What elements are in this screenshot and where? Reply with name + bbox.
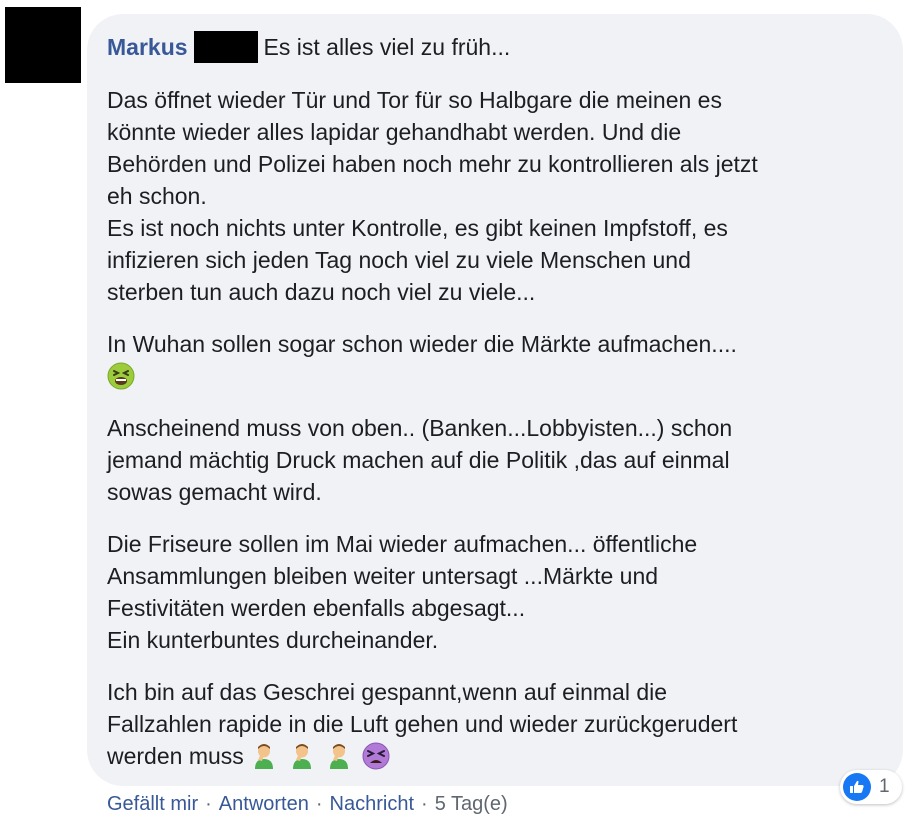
man-facepalming-icon [255,744,274,769]
text-line: Fallzahlen rapide in die Luft gehen und … [107,711,738,737]
man-facepalming-icon [292,744,311,769]
tired-face-icon [362,742,390,770]
text-line: sterben tun auch dazu noch viel zu viele… [107,279,536,305]
action-separator: · [205,792,212,815]
nauseated-face-icon [107,362,135,390]
action-separator: · [421,792,428,815]
text-line: jemand mächtig Druck machen auf die Poli… [107,447,730,473]
emoji-line [107,360,887,392]
like-link[interactable]: Gefällt mir [107,793,198,816]
comment-paragraph: Die Friseure sollen im Mai wieder aufmac… [107,528,887,656]
text-line: Ein kunterbuntes durcheinander. [107,627,439,653]
comment-actions: Gefällt mir · Antworten · Nachricht · 5 … [107,790,508,818]
reply-link[interactable]: Antworten [219,793,309,816]
comment-first-line: Es ist alles viel zu früh... [263,33,511,60]
man-facepalming-icon [329,744,348,769]
action-separator: · [315,792,323,815]
comment-paragraph: Anscheinend muss von oben.. (Banken...Lo… [107,412,887,508]
text-line: Festivitäten werden ebenfalls abgesagt..… [107,595,526,621]
text-line: Behörden und Polizei haben noch mehr zu … [107,151,758,177]
text-line: Das öffnet wieder Tür und Tor für so Hal… [107,87,722,113]
text-line-with-emojis: werden muss [107,740,887,772]
timestamp[interactable]: 5 Tag(e) [435,793,508,816]
reactions-summary[interactable]: 1 [840,770,902,804]
comment-header: Markus Es ist alles viel zu früh... [107,28,510,66]
text-line: sowas gemacht wird. [107,479,322,505]
text-line: Ich bin auf das Geschrei gespannt,wenn a… [107,679,668,705]
text-line: könnte wieder alles lapidar gehandhabt w… [107,119,682,145]
text-line: werden muss [107,743,244,769]
redacted-surname [193,31,258,63]
avatar[interactable] [5,7,81,83]
text-line: infizieren sich jeden Tag noch viel zu v… [107,247,691,273]
reaction-count: 1 [879,776,890,797]
text-line: Es ist noch nichts unter Kontrolle, es g… [107,215,728,241]
text-line: Anscheinend muss von oben.. (Banken...Lo… [107,415,733,441]
text-line: In Wuhan sollen sogar schon wieder die M… [107,331,737,357]
like-reaction-icon [843,773,871,801]
author-name[interactable]: Markus [107,34,188,61]
comment-paragraph: Ich bin auf das Geschrei gespannt,wenn a… [107,676,887,772]
comment-paragraph: Das öffnet wieder Tür und Tor für so Hal… [107,84,887,308]
comment-paragraph: In Wuhan sollen sogar schon wieder die M… [107,328,887,392]
text-line: eh schon. [107,183,207,209]
text-line: Ansammlungen bleiben weiter untersagt ..… [107,563,659,589]
thumbs-up-icon [850,780,864,793]
comment-body: Das öffnet wieder Tür und Tor für so Hal… [107,84,887,772]
message-link[interactable]: Nachricht [330,793,414,816]
text-line: Die Friseure sollen im Mai wieder aufmac… [107,531,698,557]
